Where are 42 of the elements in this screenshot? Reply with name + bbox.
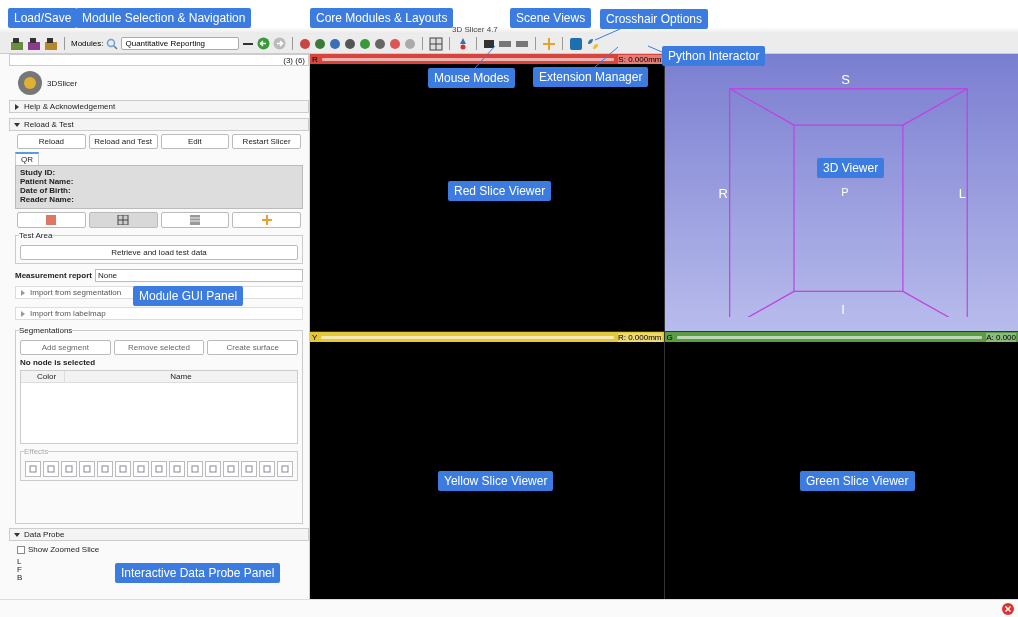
slice-offset: S: 0.000mm [618,54,662,64]
info-label: Reader Name: [20,195,74,204]
annotation-tooltip: Module GUI Panel [133,286,244,306]
modules-label: Modules: [71,39,104,48]
annotation-tooltip: Extension Manager [533,67,649,87]
slice-offset: R: 0.000mm [617,332,662,342]
column-header: Color [21,371,65,382]
orientation-label: S [841,72,850,87]
coordinate-label: L [17,558,22,566]
search-count: (3) (6) [283,55,305,65]
annotation-tooltip: Scene Views [510,8,592,28]
info-label: Date of Birth: [20,186,71,195]
annotation-tooltip: 3D Viewer [817,158,885,178]
coordinate-label: F [17,566,22,574]
annotation-tooltip: Module Selection & Navigation [76,8,252,28]
view-label: R [312,54,318,64]
annotation-tooltip: Core Modules & Layouts [310,8,454,28]
annotation-tooltip: Yellow Slice Viewer [438,471,554,491]
annotation-tooltip: Green Slice Viewer [800,471,915,491]
orientation-label: P [841,186,849,198]
annotation-tooltip: Crosshair Options [600,9,709,29]
logo-text: 3DSlicer [47,78,78,88]
group-title: Segmentations [19,326,73,335]
field-label: Measurement report [15,271,92,280]
selection-status: No node is selected [20,358,96,367]
window-title: 3D Slicer 4.7 [452,25,498,34]
slice-offset: A: 0.000 [986,332,1016,342]
annotation-tooltip: Red Slice Viewer [448,181,552,201]
info-label: Study ID: [20,168,56,177]
group-title: Effects [24,447,49,456]
view-label: Y [312,332,318,342]
orientation-label: L [958,186,966,201]
annotation-tooltip: Python Interactor [662,46,766,66]
view-label: G [666,332,673,342]
coordinate-label: B [17,574,23,582]
group-title: Test Area [19,231,53,240]
column-header: Name [169,371,193,382]
orientation-label: R [718,186,728,201]
annotation-tooltip: Interactive Data Probe Panel [115,563,281,583]
annotation-tooltip: Load/Save [8,8,78,28]
info-label: Patient Name: [20,177,74,186]
annotation-tooltip: Mouse Modes [428,68,516,88]
